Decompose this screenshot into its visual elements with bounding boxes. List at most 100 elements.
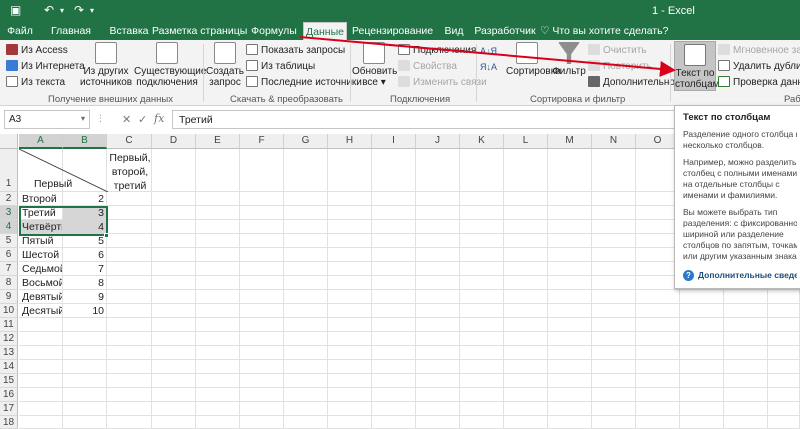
tooltip-line: разделения: с фиксированной (683, 218, 797, 228)
ribbon-tabs: Файл Главная Вставка Разметка страницы Ф… (0, 22, 800, 40)
table-icon (246, 60, 258, 71)
insert-function-icon[interactable]: fx (154, 112, 164, 125)
help-icon: ? (683, 270, 694, 281)
more-info-link[interactable]: ? Дополнительные сведения (683, 270, 797, 281)
existing-connections-icon (156, 42, 178, 64)
tell-me-text: Что вы хотите сделать? (552, 25, 669, 37)
undo-icon[interactable]: ↶ (44, 3, 54, 17)
tooltip-line: на отдельные столбцы с (683, 179, 780, 189)
flash-fill-label: Мгновенное запол (733, 45, 800, 56)
from-access-button[interactable]: Из Access (6, 44, 68, 59)
customize-quick-access-icon[interactable]: ▾ (90, 6, 94, 15)
clear-label: Очистить (603, 45, 647, 56)
tooltip-line: столбец с полными именами (683, 168, 797, 178)
formula-bar-handle-icon: ⋮ (96, 113, 105, 123)
tab-file[interactable]: Файл (2, 22, 38, 40)
flash-fill-button[interactable]: Мгновенное запол (718, 44, 800, 59)
tooltip-line: шириной или разделение (683, 229, 784, 239)
title-bar: ▣ ↶ ▾ ↷ ▾ 1 - Excel (0, 0, 800, 22)
name-box-value: A3 (9, 114, 22, 125)
group-label-connections: Подключения (390, 94, 451, 105)
sort-button[interactable]: Сортировка (506, 42, 561, 77)
tab-formulas[interactable]: Формулы (248, 22, 300, 40)
cancel-icon[interactable]: ✕ (122, 113, 131, 126)
from-table-label: Из таблицы (261, 61, 316, 72)
ribbon: Из Access Из Интернета Из текста Из друг… (0, 40, 800, 106)
advanced-filter-label: Дополнительно (603, 77, 675, 88)
tooltip-line: столбцов по запятым, точкам (683, 240, 797, 250)
tooltip-line: Вы можете выбрать тип (683, 207, 778, 217)
tooltip-line: несколько столбцов. (683, 140, 765, 150)
data-validation-button[interactable]: Проверка данных (718, 76, 800, 91)
formula-buttons: ✕ ✓ fx (122, 110, 172, 129)
lightbulb-icon: ♡ (540, 25, 550, 37)
group-label-data-tools: Рабо (784, 94, 800, 105)
existing-connections-label-1: Существующие (134, 66, 207, 77)
access-icon (6, 44, 18, 55)
remove-duplicates-icon (718, 60, 730, 71)
show-queries-label: Показать запросы (261, 45, 346, 56)
ribbon-separator (350, 44, 351, 102)
from-table-button[interactable]: Из таблицы (246, 60, 315, 75)
clear-filter-icon (588, 44, 600, 55)
new-query-label-1: Создать (206, 66, 245, 77)
other-sources-button[interactable]: Из других источников (80, 42, 132, 88)
tab-insert[interactable]: Вставка (104, 22, 154, 40)
ribbon-separator (670, 44, 671, 102)
data-validation-icon (718, 76, 730, 87)
new-query-button[interactable]: Создать запрос (206, 42, 244, 88)
web-icon (6, 60, 18, 71)
refresh-label-1: Обновить (352, 66, 398, 77)
clear-button[interactable]: Очистить (588, 44, 647, 59)
properties-button[interactable]: Свойства (398, 60, 457, 75)
properties-label: Свойства (413, 61, 457, 72)
refresh-all-button[interactable]: Обновить все ▾ (352, 42, 398, 88)
tooltip-paragraph-2: Например, можно разделить столбец с полн… (683, 157, 797, 201)
tab-home[interactable]: Главная (44, 22, 98, 40)
text-to-columns-label-1: Текст по (675, 68, 715, 79)
filter-label: Фильтр (552, 66, 586, 77)
sort-icon (516, 42, 538, 64)
recent-sources-label: Последние источники (261, 77, 362, 88)
new-query-label-2: запрос (209, 77, 241, 88)
tab-page-layout[interactable]: Разметка страницы (152, 22, 247, 40)
name-box[interactable]: A3 ▾ (4, 110, 90, 129)
other-sources-icon (95, 42, 117, 64)
from-text-button[interactable]: Из текста (6, 76, 65, 91)
remove-duplicates-label: Удалить дубликат (733, 61, 800, 72)
tab-view[interactable]: Вид (436, 22, 472, 40)
reapply-icon (588, 60, 600, 71)
ribbon-separator (203, 44, 204, 102)
tooltip-line: Разделение одного столбца на (683, 129, 797, 139)
other-sources-label-1: Из других (83, 66, 129, 77)
advanced-filter-button[interactable]: Дополнительно (588, 76, 675, 91)
refresh-icon (363, 42, 385, 64)
text-to-columns-tooltip: Текст по столбцам Разделение одного стол… (674, 105, 800, 289)
text-to-columns-button[interactable]: Текст по столбцам (674, 41, 720, 91)
name-box-dropdown-icon[interactable]: ▾ (81, 114, 85, 123)
remove-duplicates-button[interactable]: Удалить дубликат (718, 60, 800, 75)
save-icon[interactable]: ▣ (10, 3, 21, 17)
undo-dropdown-icon[interactable]: ▾ (60, 6, 64, 15)
group-label-sort-filter: Сортировка и фильтр (530, 94, 626, 105)
excel-window: ▣ ↶ ▾ ↷ ▾ 1 - Excel Файл Главная Вставка… (0, 0, 800, 429)
tooltip-line: Например, можно разделить (683, 157, 797, 167)
tooltip-paragraph-1: Разделение одного столбца на несколько с… (683, 129, 797, 151)
tab-developer[interactable]: Разработчик (474, 22, 536, 40)
new-query-icon (214, 42, 236, 64)
tooltip-line: именами и фамилиями. (683, 190, 778, 200)
redo-icon[interactable]: ↷ (74, 3, 84, 17)
from-text-label: Из текста (21, 77, 66, 88)
show-queries-button[interactable]: Показать запросы (246, 44, 345, 59)
data-validation-label: Проверка данных (733, 77, 800, 88)
recent-sources-button[interactable]: Последние источники (246, 76, 362, 91)
tooltip-title: Текст по столбцам (683, 112, 771, 123)
from-web-button[interactable]: Из Интернета (6, 60, 85, 75)
enter-icon[interactable]: ✓ (138, 113, 147, 126)
edit-links-button[interactable]: Изменить связи (398, 76, 487, 91)
tell-me-search[interactable]: ♡ Что вы хотите сделать? (540, 22, 668, 40)
existing-connections-button[interactable]: Существующие подключения (134, 42, 206, 88)
tab-review[interactable]: Рецензирование (352, 22, 433, 40)
text-to-columns-icon (684, 44, 706, 66)
sort-za-icon[interactable]: Я↓A (480, 62, 497, 77)
